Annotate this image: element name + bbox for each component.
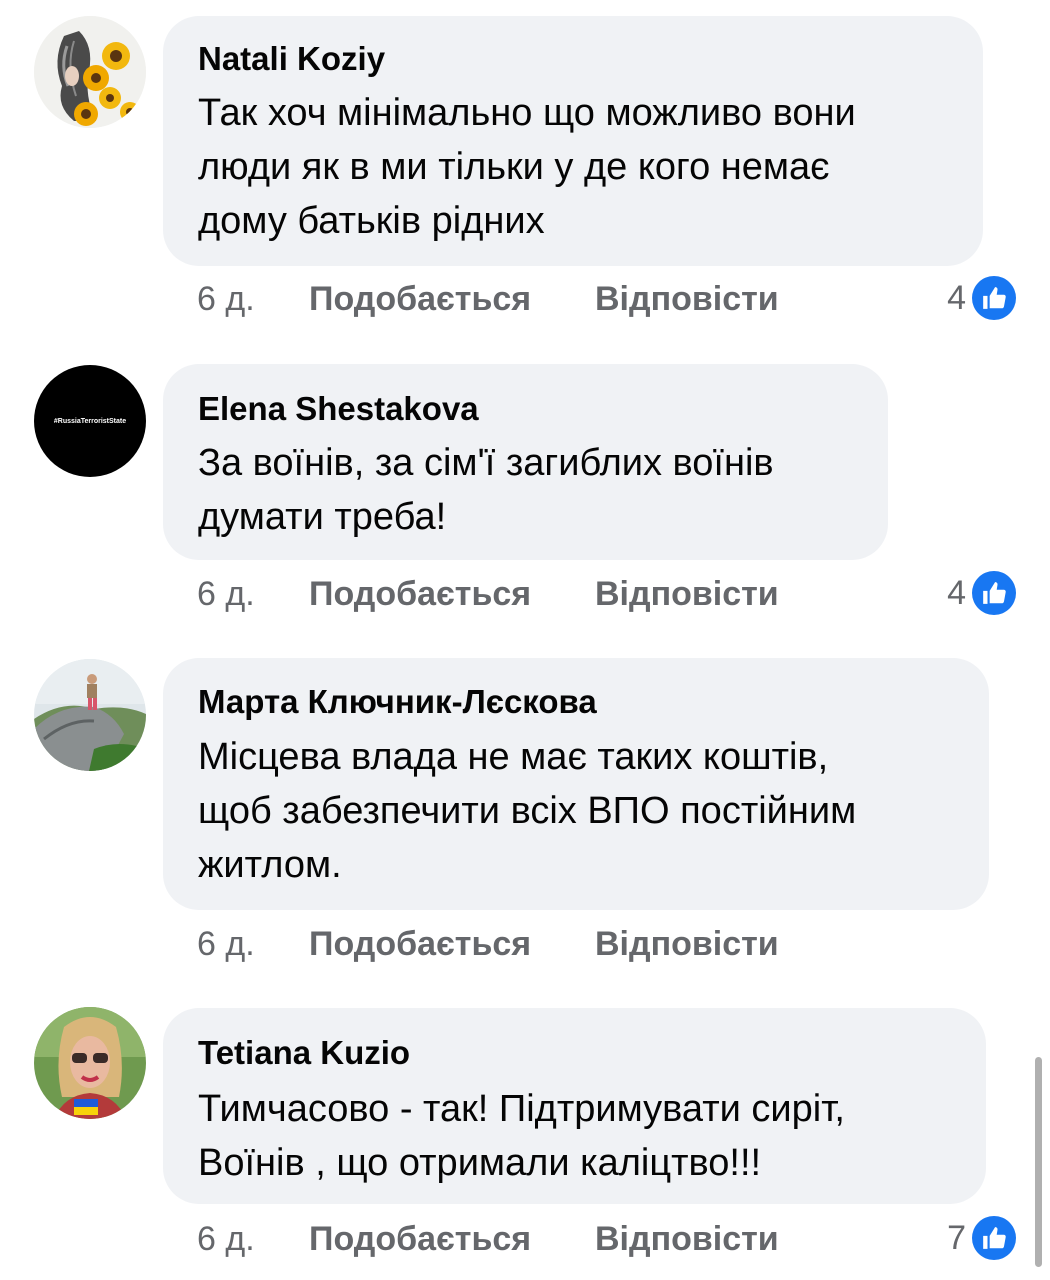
comment-text: Тимчасово - так! Підтримувати сиріт, Вої… — [198, 1088, 845, 1184]
avatar[interactable] — [34, 16, 146, 128]
comment-author[interactable]: Марта Ключник-Лєскова — [198, 683, 597, 721]
like-icon — [972, 571, 1016, 615]
avatar-sunflower-girl-image — [34, 16, 146, 128]
comment-actions: 6 д. Подобається Відповісти — [197, 1220, 779, 1259]
comment-bubble: Natali Koziy Так хоч мінімально що можли… — [163, 16, 983, 266]
reply-button[interactable]: Відповісти — [595, 1220, 779, 1259]
avatar[interactable] — [34, 659, 146, 771]
comment-text: Місцева влада не має таких коштів, щоб з… — [198, 736, 857, 886]
reaction-count-number: 4 — [947, 278, 966, 317]
comment-text: За воїнів, за сім'ї загиблих воїнів дума… — [198, 442, 774, 538]
like-button[interactable]: Подобається — [309, 925, 595, 964]
comment-time[interactable]: 6 д. — [197, 575, 309, 614]
avatar-woman-photo — [34, 1007, 146, 1119]
reply-button[interactable]: Відповісти — [595, 280, 779, 319]
comment-actions: 6 д. Подобається Відповісти — [197, 575, 779, 614]
reaction-count[interactable]: 7 — [947, 1216, 1016, 1260]
scrollbar[interactable] — [1035, 1057, 1042, 1267]
reaction-count-number: 4 — [947, 573, 966, 612]
reply-button[interactable]: Відповісти — [595, 575, 779, 614]
comment-actions: 6 д. Подобається Відповісти — [197, 280, 779, 319]
reaction-count-number: 7 — [947, 1218, 966, 1257]
comment-author[interactable]: Tetiana Kuzio — [198, 1034, 410, 1072]
comment-author[interactable]: Elena Shestakova — [198, 390, 479, 428]
like-button[interactable]: Подобається — [309, 280, 595, 319]
comment-time[interactable]: 6 д. — [197, 925, 309, 964]
like-icon — [972, 1216, 1016, 1260]
avatar[interactable] — [34, 1007, 146, 1119]
avatar-text: #RussiaTerroristState — [53, 417, 127, 425]
avatar[interactable]: #RussiaTerroristState — [34, 365, 146, 477]
avatar-landscape-photo — [34, 659, 146, 771]
comment-bubble: Elena Shestakova За воїнів, за сім'ї заг… — [163, 364, 888, 560]
reaction-count[interactable]: 4 — [947, 571, 1016, 615]
reaction-count[interactable]: 4 — [947, 276, 1016, 320]
like-button[interactable]: Подобається — [309, 1220, 595, 1259]
comment-bubble: Tetiana Kuzio Тимчасово - так! Підтримув… — [163, 1008, 986, 1204]
comment-bubble: Марта Ключник-Лєскова Місцева влада не м… — [163, 658, 989, 910]
comment-actions: 6 д. Подобається Відповісти — [197, 925, 779, 964]
comment-time[interactable]: 6 д. — [197, 280, 309, 319]
like-icon — [972, 276, 1016, 320]
comment-text: Так хоч мінімально що можливо вони люди … — [198, 92, 856, 242]
reply-button[interactable]: Відповісти — [595, 925, 779, 964]
like-button[interactable]: Подобається — [309, 575, 595, 614]
comment-time[interactable]: 6 д. — [197, 1220, 309, 1259]
comment-author[interactable]: Natali Koziy — [198, 40, 385, 78]
